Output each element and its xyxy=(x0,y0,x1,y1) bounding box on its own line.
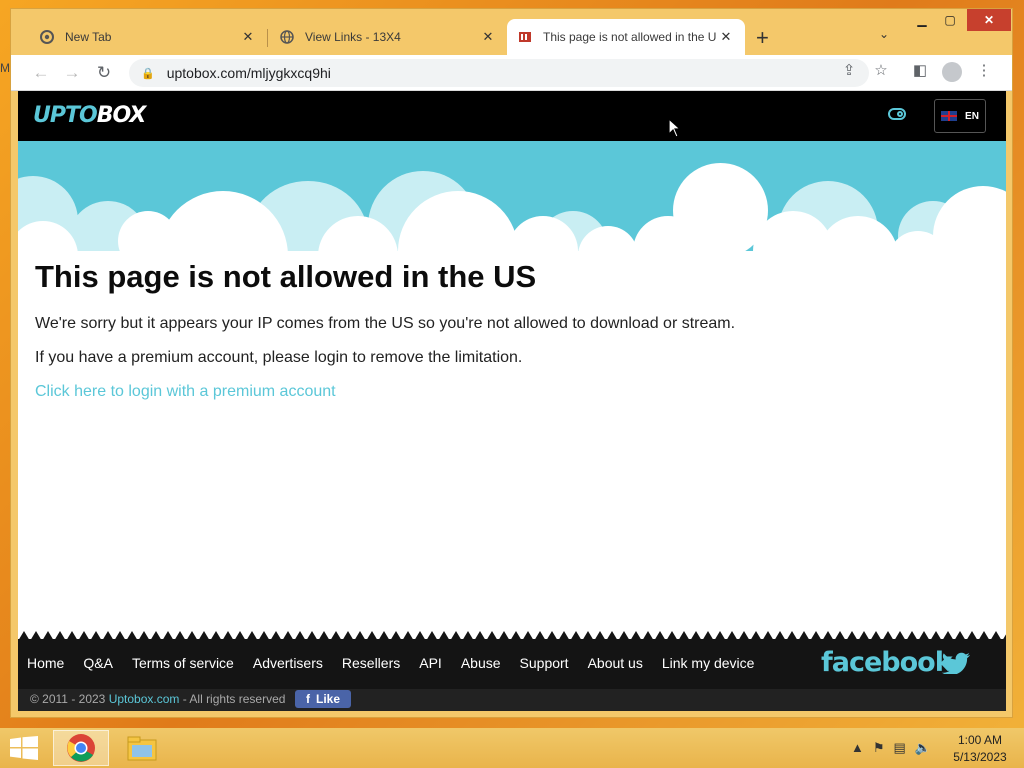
site-footer: Home Q&A Terms of service Advertisers Re… xyxy=(18,639,1006,711)
taskbar-clock[interactable]: 1:00 AM 5/13/2023 xyxy=(945,732,1015,766)
address-bar[interactable]: 🔒 uptobox.com/mljygkxcq9hi xyxy=(129,59,869,87)
tab-label: View Links - 13X4 xyxy=(305,30,401,44)
footer-link-about[interactable]: About us xyxy=(588,655,643,671)
url-text: uptobox.com/mljygkxcq9hi xyxy=(166,65,331,81)
tab-label: This page is not allowed in the U xyxy=(543,30,717,44)
tray-expand-icon[interactable]: ▲ xyxy=(851,740,864,756)
message-premium: If you have a premium account, please lo… xyxy=(35,349,523,366)
footer-link-terms[interactable]: Terms of service xyxy=(132,655,234,671)
cloud-banner xyxy=(18,141,1006,276)
twitter-bird-icon[interactable] xyxy=(941,652,971,680)
copyright-bar: © 2011 - 2023 Uptobox.com - All rights r… xyxy=(18,689,1006,711)
reload-icon[interactable]: ↻ xyxy=(92,61,116,85)
side-panel-icon[interactable]: ◧ xyxy=(908,61,932,79)
logo-part-upto: UPTO xyxy=(33,103,98,128)
copyright-suffix: - All rights reserved xyxy=(179,692,286,706)
facebook-f-icon: f xyxy=(305,692,310,706)
chevron-down-icon[interactable]: ⌄ xyxy=(879,27,889,41)
site-header: UPTOBOX EN xyxy=(18,91,1006,141)
message-ip: We're sorry but it appears your IP comes… xyxy=(35,315,736,332)
globe-icon xyxy=(279,29,295,45)
facebook-logo[interactable]: facebook xyxy=(821,647,953,678)
footer-link-advertisers[interactable]: Advertisers xyxy=(253,655,323,671)
page-title: This page is not allowed in the US xyxy=(35,259,537,294)
footer-link-abuse[interactable]: Abuse xyxy=(461,655,501,671)
footer-link-qa[interactable]: Q&A xyxy=(83,655,113,671)
theme-toggle-icon[interactable] xyxy=(888,108,906,120)
tab-separator xyxy=(267,29,268,47)
footer-link-resellers[interactable]: Resellers xyxy=(342,655,400,671)
volume-muted-icon[interactable]: 🔈 xyxy=(915,740,931,756)
system-tray: ▲ ⚑ ▤ 🔈 xyxy=(851,740,940,756)
facebook-like-button[interactable]: f Like xyxy=(295,690,351,708)
windows-start-icon[interactable] xyxy=(10,736,38,765)
footer-link-api[interactable]: API xyxy=(419,655,442,671)
minimize-icon[interactable]: ▁ xyxy=(909,9,935,31)
close-icon[interactable]: ✕ xyxy=(479,29,497,45)
footer-link-home[interactable]: Home xyxy=(27,655,64,671)
logo-part-box: BOX xyxy=(96,103,147,128)
taskbar-chrome[interactable] xyxy=(53,730,109,766)
mouse-cursor-icon xyxy=(668,118,682,138)
windows-taskbar: ▲ ⚑ ▤ 🔈 1:00 AM 5/13/2023 xyxy=(0,728,1024,768)
bookmark-star-icon[interactable]: ☆ xyxy=(869,61,893,79)
close-icon[interactable]: ✕ xyxy=(717,29,735,45)
tab-strip: New Tab ✕ View Links - 13X4 ✕ This page … xyxy=(11,9,1012,55)
copyright-site-link[interactable]: Uptobox.com xyxy=(109,692,180,706)
clock-date: 5/13/2023 xyxy=(953,750,1007,764)
chrome-icon xyxy=(39,29,55,45)
tab-new-tab[interactable]: New Tab ✕ xyxy=(29,19,267,55)
close-icon[interactable]: ✕ xyxy=(239,29,257,45)
uptobox-logo[interactable]: UPTOBOX xyxy=(33,103,147,128)
tab-active-page[interactable]: This page is not allowed in the U ✕ xyxy=(507,19,745,55)
menu-kebab-icon[interactable]: ⋮ xyxy=(972,61,996,79)
uptobox-favicon-icon xyxy=(517,29,533,45)
share-icon[interactable]: ⇪ xyxy=(837,61,861,79)
copyright-prefix: © 2011 - 2023 xyxy=(30,692,109,706)
window-close-icon[interactable]: ✕ xyxy=(967,9,1011,31)
premium-login-link[interactable]: Click here to login with a premium accou… xyxy=(35,383,336,400)
desktop-edge-text: M xyxy=(0,61,10,75)
language-label: EN xyxy=(965,110,979,122)
like-label: Like xyxy=(315,692,340,706)
taskbar-file-explorer[interactable] xyxy=(114,730,170,766)
browser-toolbar: ← → ↻ 🔒 uptobox.com/mljygkxcq9hi ⇪ ☆ ◧ ⋮ xyxy=(11,55,1012,91)
folder-icon xyxy=(127,736,157,761)
maximize-icon[interactable]: ▢ xyxy=(937,9,963,31)
language-button[interactable]: EN xyxy=(934,99,986,133)
network-icon[interactable]: ▤ xyxy=(894,740,906,756)
page-viewport: UPTOBOX EN This page is not allowed in t… xyxy=(18,91,1006,711)
footer-link-support[interactable]: Support xyxy=(520,655,569,671)
uk-flag-icon xyxy=(941,111,958,121)
forward-arrow-icon[interactable]: → xyxy=(60,61,84,85)
flag-icon[interactable]: ⚑ xyxy=(873,740,885,756)
lock-icon: 🔒 xyxy=(141,67,155,80)
profile-avatar-icon[interactable] xyxy=(940,61,964,85)
back-arrow-icon[interactable]: ← xyxy=(29,61,53,85)
copyright-text: © 2011 - 2023 Uptobox.com - All rights r… xyxy=(30,692,285,706)
footer-link-device[interactable]: Link my device xyxy=(662,655,755,671)
browser-window: New Tab ✕ View Links - 13X4 ✕ This page … xyxy=(10,8,1013,718)
main-content: This page is not allowed in the US We're… xyxy=(35,259,985,401)
tab-view-links[interactable]: View Links - 13X4 ✕ xyxy=(269,19,507,55)
tab-label: New Tab xyxy=(65,30,112,44)
clock-time: 1:00 AM xyxy=(957,733,1003,747)
chrome-icon xyxy=(67,734,95,762)
new-tab-plus-icon[interactable]: + xyxy=(756,25,769,51)
footer-nav: Home Q&A Terms of service Advertisers Re… xyxy=(27,655,754,671)
